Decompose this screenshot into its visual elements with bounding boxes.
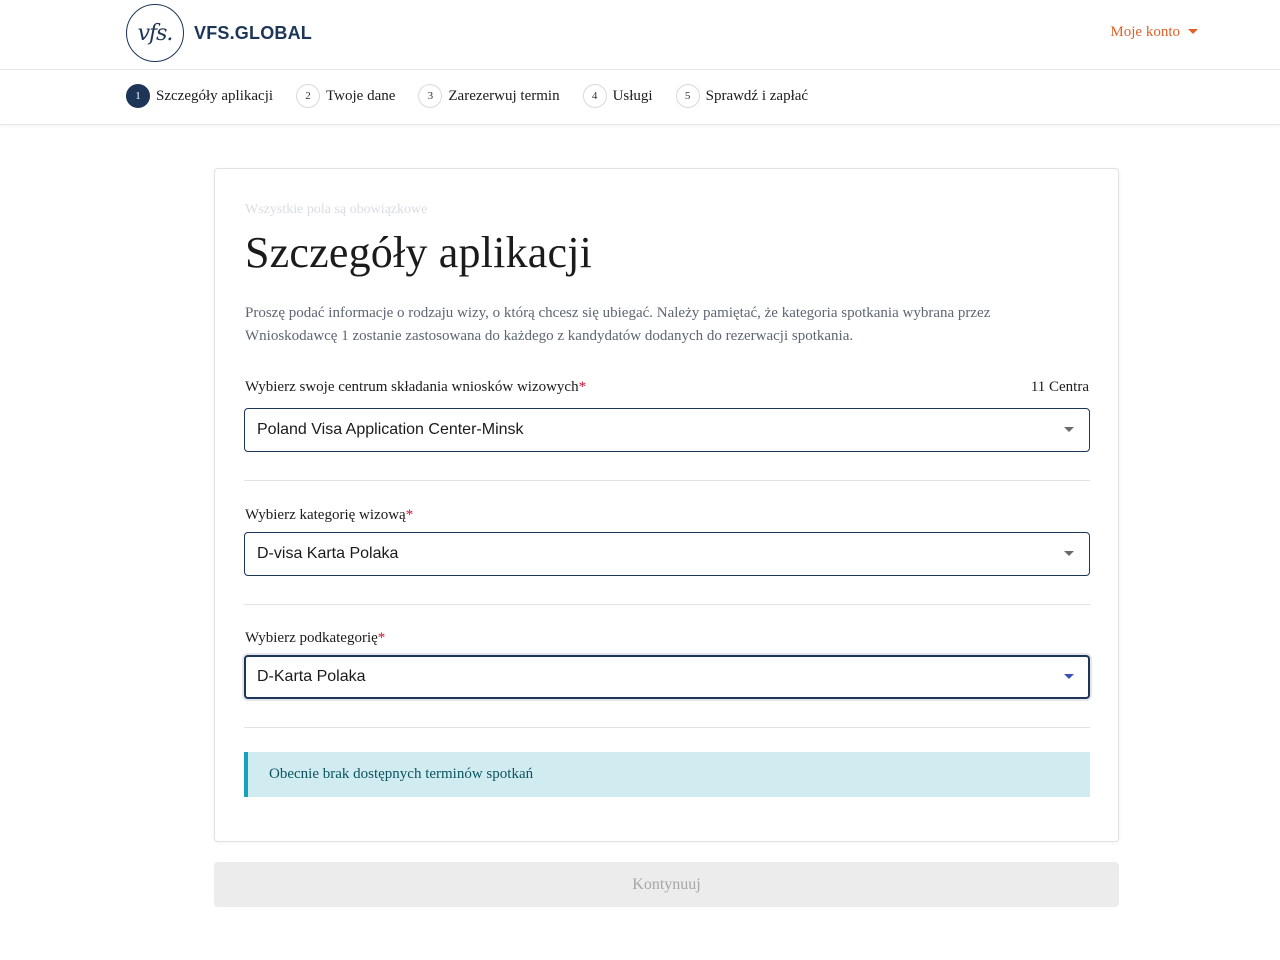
top-header: vfs. VFS.GLOBAL Moje konto: [0, 0, 1280, 70]
divider: [244, 480, 1090, 481]
dropdown-arrow-icon: [1064, 427, 1074, 432]
centre-select-value: Poland Visa Application Center-Minsk: [257, 421, 524, 438]
required-marker: *: [377, 630, 386, 646]
step-number: 4: [582, 84, 607, 108]
visa-category-select[interactable]: D-visa Karta Polaka: [244, 532, 1090, 576]
centre-label-text: Wybierz swoje centrum składania wniosków…: [245, 379, 579, 395]
alert-text: Obecnie brak dostępnych terminów spotkań: [269, 766, 534, 782]
required-marker: *: [405, 507, 414, 523]
required-marker: *: [578, 379, 587, 395]
step-your-details: 2 Twoje dane: [296, 84, 395, 108]
centre-select[interactable]: Poland Visa Application Center-Minsk: [244, 408, 1090, 452]
step-label: Szczegóły aplikacji: [156, 87, 274, 104]
step-number: 2: [296, 84, 321, 108]
caret-down-icon: [1188, 29, 1198, 34]
step-label: Zarezerwuj termin: [448, 87, 560, 104]
divider: [244, 727, 1090, 728]
step-number: 5: [675, 84, 700, 108]
step-label: Sprawdź i zapłać: [705, 87, 809, 104]
vfs-logo-text: VFS.GLOBAL: [194, 22, 312, 43]
divider: [244, 604, 1090, 605]
step-number: 1: [126, 84, 150, 108]
visa-subcategory-select[interactable]: D-Karta Polaka: [244, 655, 1090, 699]
visa-subcategory-value: D-Karta Polaka: [257, 668, 366, 685]
continue-button[interactable]: Kontynuuj: [214, 862, 1119, 907]
step-label: Usługi: [612, 87, 653, 104]
progress-stepper: 1 Szczegóły aplikacji 2 Twoje dane 3 Zar…: [0, 71, 1280, 125]
step-services: 4 Usługi: [582, 84, 653, 108]
subcategory-label-text: Wybierz podkategorię: [245, 630, 378, 646]
vfs-logo[interactable]: vfs. VFS.GLOBAL: [126, 4, 312, 62]
step-label: Twoje dane: [326, 87, 396, 104]
category-label-text: Wybierz kategorię wizową: [245, 507, 406, 523]
subcategory-label: Wybierz podkategorię*: [245, 630, 385, 647]
no-appointments-alert: Obecnie brak dostępnych terminów spotkań: [244, 752, 1090, 797]
page-title: Szczegóły aplikacji: [245, 228, 593, 277]
account-menu-button[interactable]: Moje konto: [1110, 24, 1198, 41]
category-label: Wybierz kategorię wizową*: [245, 507, 413, 524]
dropdown-arrow-icon: [1064, 551, 1074, 556]
centre-label: Wybierz swoje centrum składania wniosków…: [245, 379, 586, 396]
visa-category-value: D-visa Karta Polaka: [257, 545, 399, 562]
account-menu-label: Moje konto: [1110, 24, 1180, 40]
dropdown-arrow-icon: [1064, 674, 1074, 679]
step-book-appointment: 3 Zarezerwuj termin: [418, 84, 560, 108]
stepper-steps: 1 Szczegóły aplikacji 2 Twoje dane 3 Zar…: [126, 84, 831, 108]
step-review-and-pay: 5 Sprawdź i zapłać: [675, 84, 809, 108]
required-fields-note: Wszystkie pola są obowiązkowe: [245, 202, 428, 217]
step-application-details: 1 Szczegóły aplikacji: [126, 84, 273, 108]
intro-text: Proszę podać informacje o rodzaju wizy, …: [245, 305, 991, 344]
step-number: 3: [418, 84, 443, 108]
vfs-logo-mark: vfs.: [126, 4, 184, 62]
centre-count: 11 Centra: [1030, 379, 1089, 395]
application-details-card: Wszystkie pola są obowiązkowe Szczegóły …: [214, 168, 1119, 842]
